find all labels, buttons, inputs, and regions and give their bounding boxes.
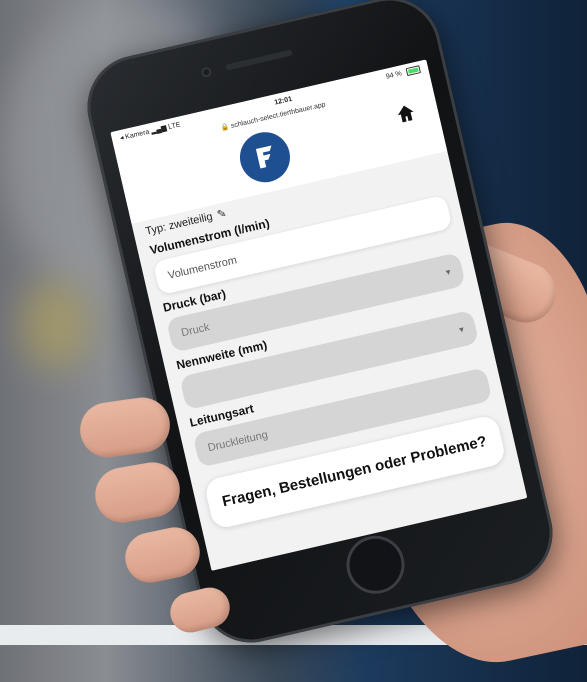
volume-placeholder: Volumenstrom bbox=[166, 254, 239, 282]
logo-f-glyph bbox=[255, 145, 272, 169]
hand-finger-1 bbox=[76, 394, 174, 461]
line-type-value: Druckleitung bbox=[206, 428, 269, 455]
battery-percent: 94 % bbox=[385, 70, 403, 81]
pencil-icon[interactable]: ✎ bbox=[216, 207, 228, 221]
pressure-placeholder: Druck bbox=[180, 321, 211, 340]
hand-finger-2 bbox=[90, 458, 185, 527]
background-yellow-area bbox=[20, 280, 90, 370]
signal-icon: ▂▄▆ bbox=[150, 124, 168, 136]
battery-icon bbox=[405, 65, 421, 77]
lock-icon: 🔒 bbox=[219, 123, 230, 133]
brand-logo-icon bbox=[234, 127, 295, 188]
chevron-down-icon: ▾ bbox=[458, 323, 465, 335]
network-label: LTE bbox=[167, 121, 182, 132]
home-icon[interactable] bbox=[394, 101, 418, 125]
status-time: 12:01 bbox=[273, 95, 293, 107]
chevron-down-icon: ▾ bbox=[444, 266, 452, 277]
